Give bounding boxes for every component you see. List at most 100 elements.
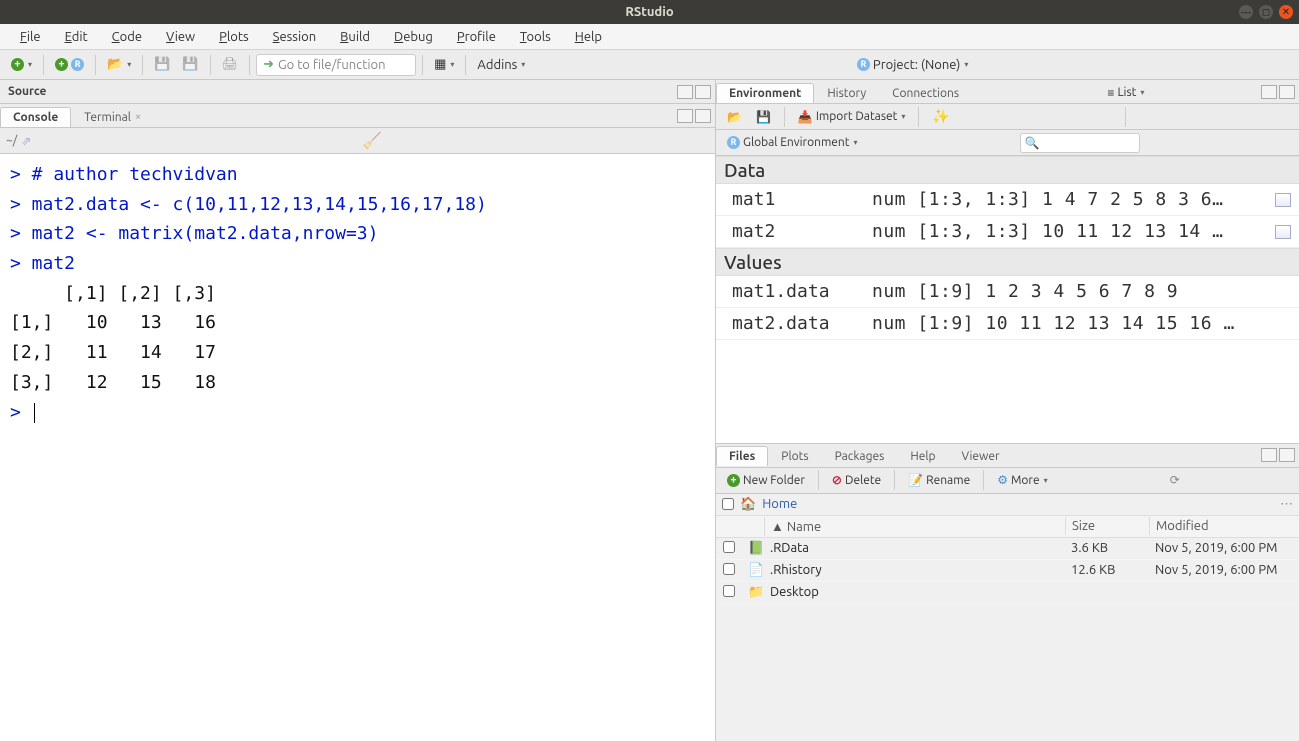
console-output[interactable]: > # author techvidvan> mat2.data <- c(10…: [0, 154, 715, 741]
file-modified: Nov 5, 2019, 6:00 PM: [1149, 561, 1299, 579]
save-button[interactable]: 💾: [149, 54, 175, 75]
main-toolbar: +▾ +R 📂▾ 💾 💾 🖨 ➜ Go to file/function ▦▾ …: [0, 50, 1299, 80]
print-button[interactable]: 🖨: [217, 54, 244, 75]
new-project-button[interactable]: +R: [50, 55, 89, 74]
source-minimize-icon[interactable]: [677, 85, 693, 99]
goto-arrow-icon: ➜: [263, 57, 274, 72]
tab-files[interactable]: Files: [716, 446, 768, 466]
home-icon[interactable]: 🏠: [740, 497, 756, 512]
console-popout-icon[interactable]: ⇗: [21, 134, 31, 148]
files-header: ▲ Name Size Modified: [716, 516, 1299, 538]
close-icon[interactable]: ×: [135, 111, 141, 123]
view-mode-button[interactable]: ≡ List ▾: [1102, 83, 1149, 103]
files-minimize-icon[interactable]: [1261, 448, 1277, 462]
files-maximize-icon[interactable]: [1279, 448, 1295, 462]
menu-view[interactable]: View: [154, 27, 207, 47]
menu-code[interactable]: Code: [100, 27, 154, 47]
delete-button[interactable]: ⊘ Delete: [827, 470, 886, 490]
file-checkbox[interactable]: [723, 541, 735, 553]
env-body: Datamat1num [1:3, 1:3] 1 4 7 2 5 8 3 6…m…: [716, 156, 1299, 443]
open-file-button[interactable]: 📂▾: [102, 54, 136, 75]
file-name: Desktop: [764, 583, 1065, 601]
file-size: 3.6 KB: [1065, 539, 1149, 557]
grid-button[interactable]: ▦▾: [429, 54, 459, 75]
tab-help[interactable]: Help: [897, 446, 948, 466]
file-name: .RData: [764, 539, 1065, 557]
tab-history[interactable]: History: [814, 83, 879, 103]
env-row[interactable]: mat1num [1:3, 1:3] 1 4 7 2 5 8 3 6…: [716, 184, 1299, 216]
col-size[interactable]: Size: [1065, 517, 1149, 535]
console-line: > # author techvidvan: [10, 160, 705, 190]
env-var-value: num [1:3, 1:3] 10 11 12 13 14 …: [872, 221, 1271, 242]
file-checkbox[interactable]: [723, 585, 735, 597]
menu-help[interactable]: Help: [563, 27, 614, 47]
new-folder-button[interactable]: + New Folder: [722, 471, 810, 490]
import-dataset-button[interactable]: 📥 Import Dataset ▾: [793, 107, 911, 127]
files-tabstrip: Files Plots Packages Help Viewer: [716, 444, 1299, 468]
env-row[interactable]: mat1.datanum [1:9] 1 2 3 4 5 6 7 8 9: [716, 276, 1299, 308]
env-row[interactable]: mat2num [1:3, 1:3] 10 11 12 13 14 …: [716, 216, 1299, 248]
tab-packages[interactable]: Packages: [822, 446, 898, 466]
menu-session[interactable]: Session: [261, 27, 328, 47]
menu-debug[interactable]: Debug: [382, 27, 445, 47]
window-maximize-button[interactable]: ◻: [1259, 5, 1273, 19]
rename-button[interactable]: 📝 Rename: [903, 470, 975, 490]
menu-file[interactable]: File: [8, 27, 53, 47]
env-scope-toolbar: R Global Environment ▾ 🔍: [716, 130, 1299, 156]
files-toolbar: + New Folder ⊘ Delete 📝 Rename ⚙ More ▾ …: [716, 468, 1299, 494]
env-row[interactable]: mat2.datanum [1:9] 10 11 12 13 14 15 16 …: [716, 308, 1299, 340]
window-minimize-button[interactable]: —: [1239, 5, 1253, 19]
clear-workspace-button[interactable]: ✨: [927, 105, 954, 128]
menu-tools[interactable]: Tools: [508, 27, 563, 47]
file-size: 12.6 KB: [1065, 561, 1149, 579]
source-pane-header: Source: [0, 80, 715, 104]
more-button[interactable]: ⚙ More ▾: [992, 470, 1052, 490]
window-title: RStudio: [625, 5, 673, 19]
grid-icon[interactable]: [1275, 225, 1291, 239]
env-search-input[interactable]: 🔍: [1020, 133, 1140, 153]
project-menu[interactable]: R Project: (None) ▾: [852, 55, 973, 75]
console-maximize-icon[interactable]: [695, 109, 711, 123]
tab-terminal[interactable]: Terminal ×: [71, 107, 154, 127]
console-minimize-icon[interactable]: [677, 109, 693, 123]
file-icon: 📗: [742, 539, 764, 558]
console-line: [3,] 12 15 18: [10, 368, 705, 398]
menu-profile[interactable]: Profile: [445, 27, 508, 47]
tab-environment[interactable]: Environment: [716, 83, 814, 103]
tab-plots[interactable]: Plots: [768, 446, 821, 466]
menu-edit[interactable]: Edit: [53, 27, 100, 47]
file-name: .Rhistory: [764, 561, 1065, 579]
file-checkbox[interactable]: [723, 563, 735, 575]
save-all-button[interactable]: 💾: [177, 54, 203, 75]
tab-console[interactable]: Console: [0, 107, 71, 127]
console-line: [2,] 11 14 17: [10, 338, 705, 368]
file-modified: Nov 5, 2019, 6:00 PM: [1149, 539, 1299, 557]
console-line: > mat2: [10, 249, 705, 279]
file-row[interactable]: 📁 Desktop: [716, 582, 1299, 604]
breadcrumb-home[interactable]: Home: [762, 497, 797, 511]
addins-button[interactable]: Addins ▾: [472, 55, 530, 75]
file-icon: 📁: [742, 583, 764, 602]
new-file-button[interactable]: +▾: [6, 55, 37, 74]
file-row[interactable]: 📗 .RData 3.6 KB Nov 5, 2019, 6:00 PM: [716, 538, 1299, 560]
menu-build[interactable]: Build: [328, 27, 382, 47]
clear-console-icon[interactable]: 🧹: [362, 131, 382, 150]
save-workspace-button[interactable]: 💾: [751, 107, 776, 127]
col-name[interactable]: ▲ Name: [764, 517, 1065, 536]
console-line: > mat2.data <- c(10,11,12,13,14,15,16,17…: [10, 190, 705, 220]
window-close-button[interactable]: ✕: [1279, 5, 1293, 19]
menubar: File Edit Code View Plots Session Build …: [0, 24, 1299, 50]
source-maximize-icon[interactable]: [695, 85, 711, 99]
tab-viewer[interactable]: Viewer: [948, 446, 1012, 466]
file-row[interactable]: 📄 .Rhistory 12.6 KB Nov 5, 2019, 6:00 PM: [716, 560, 1299, 582]
goto-file-function-input[interactable]: ➜ Go to file/function: [256, 54, 416, 76]
path-more-icon[interactable]: ⋯: [1280, 497, 1293, 512]
select-all-checkbox[interactable]: [722, 498, 734, 510]
console-line: > mat2 <- matrix(mat2.data,nrow=3): [10, 219, 705, 249]
refresh-files-button[interactable]: ⟳: [1165, 470, 1185, 490]
menu-plots[interactable]: Plots: [207, 27, 261, 47]
col-modified[interactable]: Modified: [1149, 517, 1299, 535]
grid-icon[interactable]: [1275, 193, 1291, 207]
env-scope-button[interactable]: R Global Environment ▾: [722, 133, 863, 152]
load-workspace-button[interactable]: 📂: [722, 107, 747, 127]
